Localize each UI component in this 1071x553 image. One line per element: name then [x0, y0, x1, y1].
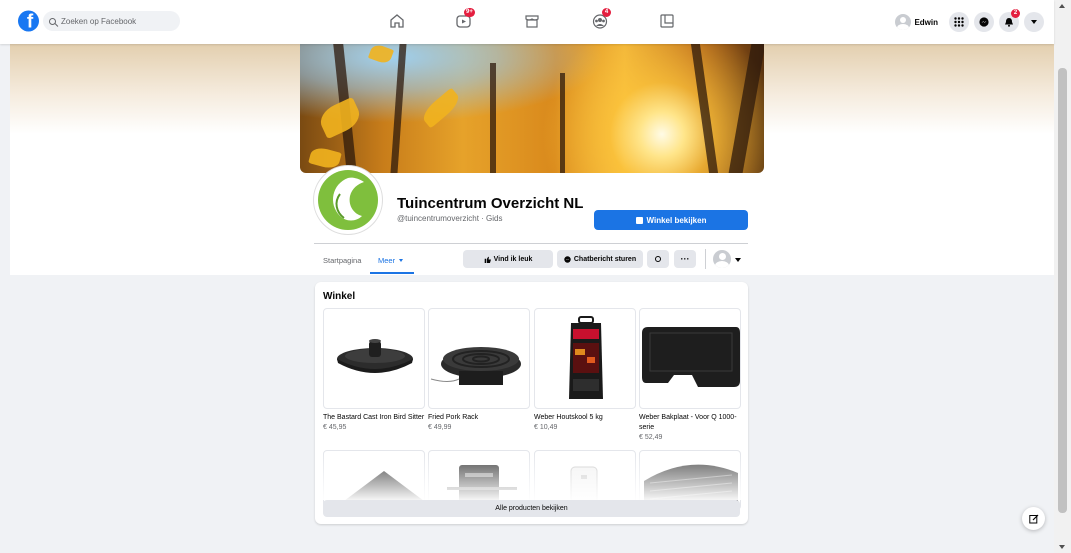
profile-name: Edwin: [914, 17, 938, 27]
ellipsis-icon: ···: [680, 254, 690, 264]
like-page-button[interactable]: Vind ik leuk: [463, 250, 553, 268]
thumbs-up-icon: [484, 256, 491, 263]
tab-more[interactable]: Meer: [378, 256, 404, 265]
chevron-down-icon: [399, 259, 404, 262]
product-card[interactable]: Fried Pork Rack € 49,99: [428, 308, 530, 433]
notifications-button[interactable]: 2: [999, 9, 1020, 32]
watch-tab[interactable]: 9+: [455, 8, 475, 30]
shopping-bag-icon: [635, 216, 643, 224]
tab-home[interactable]: Startpagina: [323, 256, 361, 265]
top-navigation: f Zoeken op Facebook 9+ 4 Edwin 2: [0, 0, 1054, 44]
search-icon: [49, 17, 56, 25]
page-profile-picture[interactable]: [314, 166, 382, 234]
scrollbar-thumb[interactable]: [1058, 68, 1067, 513]
page-bottom: [10, 537, 1054, 553]
product-price: € 10,49: [534, 424, 558, 431]
messenger-button[interactable]: [974, 12, 994, 32]
shop-section: Winkel The Bastard Cast Iron Bird Sitter…: [315, 282, 748, 524]
product-name[interactable]: Weber Bakplaat - Voor Q 1000- serie: [639, 413, 741, 433]
leaf-logo-icon: [318, 170, 378, 230]
shop-title: Winkel: [323, 291, 356, 302]
search-input[interactable]: Zoeken op Facebook: [43, 11, 180, 31]
account-menu-button[interactable]: [1024, 12, 1044, 32]
messenger-icon: [564, 255, 571, 263]
tab-more-label: Meer: [378, 256, 396, 265]
search-icon: [655, 256, 661, 262]
chevron-down-icon[interactable]: [735, 258, 741, 262]
product-image[interactable]: [428, 308, 530, 409]
product-name[interactable]: Weber Houtskool 5 kg: [534, 413, 636, 423]
watch-badge: 9+: [464, 8, 475, 17]
product-image[interactable]: [534, 308, 636, 409]
marketplace-icon[interactable]: [523, 12, 541, 30]
chevron-down-icon: [1031, 20, 1037, 24]
product-image[interactable]: [639, 308, 741, 409]
active-tab-indicator: [370, 272, 414, 274]
scroll-down-arrow-icon[interactable]: [1059, 545, 1065, 549]
product-image[interactable]: [323, 308, 425, 409]
main-nav: 9+ 4: [355, 0, 725, 44]
product-card[interactable]: Weber Bakplaat - Voor Q 1000- serie € 52…: [639, 308, 741, 443]
search-placeholder: Zoeken op Facebook: [61, 16, 137, 26]
product-price: € 52,49: [639, 434, 663, 441]
more-options-button[interactable]: ···: [674, 250, 696, 268]
profile-shortcut[interactable]: Edwin: [895, 14, 938, 30]
facebook-logo-icon[interactable]: f: [18, 10, 39, 32]
menu-button[interactable]: [949, 12, 969, 32]
avatar[interactable]: [713, 250, 731, 268]
product-price: € 45,95: [323, 424, 347, 431]
product-price: € 49,99: [428, 424, 452, 431]
page-subtitle: @tuincentrumoverzicht · Gids: [397, 214, 503, 223]
page-scrollbar[interactable]: [1054, 0, 1071, 553]
messenger-icon: [979, 17, 989, 27]
notifications-badge: 2: [1011, 9, 1020, 18]
page-title: Tuincentrum Overzicht NL: [397, 195, 584, 212]
header-divider: [314, 243, 748, 244]
product-name[interactable]: Fried Pork Rack: [428, 413, 530, 423]
new-message-button[interactable]: [1022, 507, 1045, 530]
home-icon[interactable]: [388, 12, 406, 30]
like-label: Vind ik leuk: [493, 255, 533, 263]
message-label: Chatbericht sturen: [573, 255, 637, 263]
grid-menu-icon: [954, 17, 964, 27]
groups-tab[interactable]: 4: [591, 8, 611, 30]
view-shop-label: Winkel bekijken: [646, 215, 707, 225]
product-card[interactable]: Weber Houtskool 5 kg € 10,49: [534, 308, 636, 433]
scroll-up-arrow-icon[interactable]: [1059, 4, 1065, 8]
account-controls: Edwin 2: [895, 0, 1044, 44]
content-fade: [315, 452, 748, 500]
cover-photo[interactable]: [300, 44, 764, 173]
view-all-products-button[interactable]: Alle producten bekijken: [323, 500, 740, 517]
bell-icon: [1005, 18, 1013, 27]
gaming-icon[interactable]: [658, 12, 676, 30]
send-message-button[interactable]: Chatbericht sturen: [557, 250, 643, 268]
compose-icon: [1028, 514, 1038, 523]
groups-badge: 4: [602, 8, 611, 17]
product-card[interactable]: The Bastard Cast Iron Bird Sitter € 45,9…: [323, 308, 425, 433]
view-shop-button[interactable]: Winkel bekijken: [594, 210, 748, 230]
avatar: [895, 14, 912, 30]
product-name[interactable]: The Bastard Cast Iron Bird Sitter: [323, 413, 425, 423]
search-page-button[interactable]: [647, 250, 669, 268]
action-separator: [705, 249, 706, 269]
